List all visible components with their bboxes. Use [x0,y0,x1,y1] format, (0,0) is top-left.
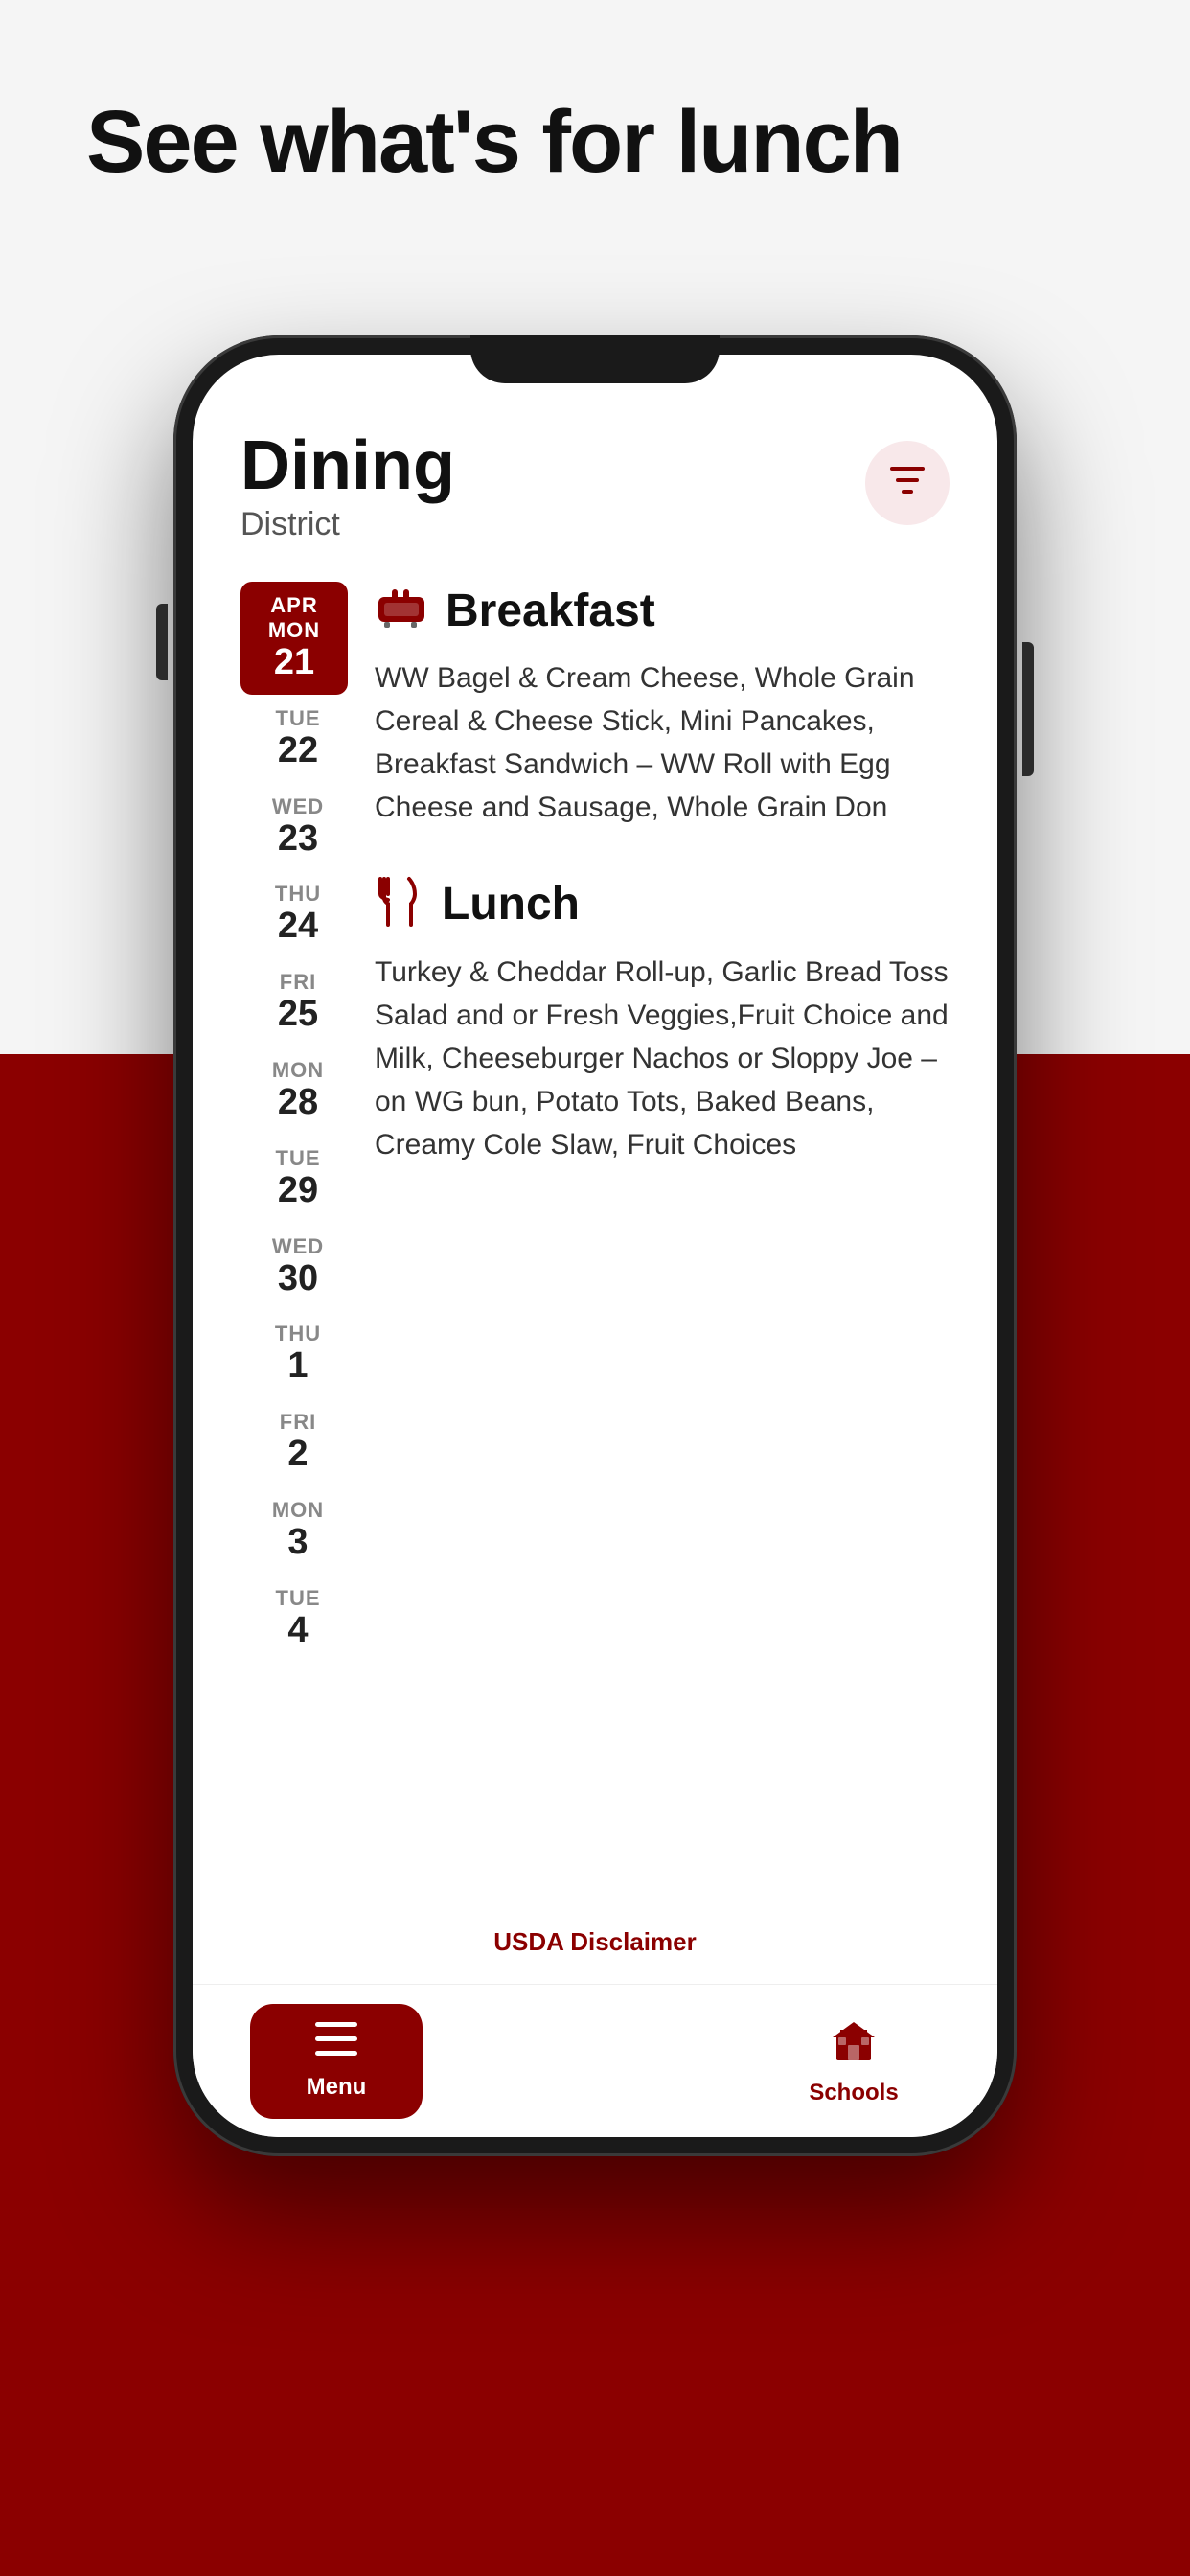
date-item-tue29[interactable]: TUE 29 [240,1135,355,1223]
meals-content: Breakfast WW Bagel & Cream Cheese, Whole… [355,582,950,1923]
menu-tab-icon [315,2022,357,2066]
page-headline: See what's for lunch [86,96,902,189]
date-label-tue4: TUE [276,1586,321,1611]
date-number-24: 24 [278,907,318,947]
breakfast-icon [375,582,428,639]
breakfast-title: Breakfast [446,585,655,637]
app-title: Dining [240,431,455,500]
date-label-mon3: MON [272,1498,324,1523]
app-subtitle: District [240,506,455,543]
date-item-wed30[interactable]: WED 30 [240,1223,355,1311]
date-item-fri25[interactable]: FRI 25 [240,958,355,1046]
date-label-mon21: MON [268,618,320,643]
date-number-21: 21 [274,643,314,683]
filter-icon [890,466,925,501]
date-number-30: 30 [278,1259,318,1300]
date-number-22: 22 [278,731,318,771]
phone-screen: Dining District [193,355,997,2137]
breakfast-section: Breakfast WW Bagel & Cream Cheese, Whole… [375,582,950,829]
date-label-fri25: FRI [280,970,316,995]
bottom-bar: USDA Disclaimer Menu [193,1984,997,2137]
app-title-group: Dining District [240,431,455,543]
date-item-thu1[interactable]: THU 1 [240,1310,355,1398]
date-label-tue22: TUE [276,706,321,731]
date-number-3: 3 [287,1523,308,1563]
usda-disclaimer[interactable]: USDA Disclaimer [493,1927,696,1957]
schools-tab-label: Schools [809,2080,898,2106]
main-layout: Apr MON 21 TUE 22 WED 23 [240,582,950,1923]
date-item-mon28[interactable]: MON 28 [240,1046,355,1135]
phone-notch [470,335,720,383]
tab-menu[interactable]: Menu [250,2004,423,2119]
lunch-section: Lunch Turkey & Cheddar Roll-up, Garlic B… [375,875,950,1166]
date-label-mon28: MON [272,1058,324,1083]
date-number-23: 23 [278,819,318,860]
breakfast-description: WW Bagel & Cream Cheese, Whole Grain Cer… [375,656,950,829]
breakfast-title-row: Breakfast [375,582,950,639]
date-label-tue29: TUE [276,1146,321,1171]
date-item-mon3[interactable]: MON 3 [240,1486,355,1575]
lunch-description: Turkey & Cheddar Roll-up, Garlic Bread T… [375,951,950,1166]
date-label-thu1: THU [275,1322,321,1346]
date-number-4: 4 [287,1611,308,1651]
menu-tab-label: Menu [307,2074,367,2101]
date-number-29: 29 [278,1171,318,1211]
filter-button[interactable] [865,441,950,525]
date-item-tue22[interactable]: TUE 22 [240,695,355,783]
screen-content: Dining District [193,355,997,1984]
date-item-fri2[interactable]: FRI 2 [240,1398,355,1486]
schools-tab-icon [831,2016,877,2072]
lunch-title: Lunch [442,878,580,931]
phone-container: Dining District [173,335,1017,2156]
date-label-wed23: WED [272,794,324,819]
app-header: Dining District [240,431,950,543]
phone-frame: Dining District [173,335,1017,2156]
date-label-wed30: WED [272,1234,324,1259]
tab-schools[interactable]: Schools [767,2004,940,2119]
date-label-thu24: THU [275,882,321,907]
date-number-2: 2 [287,1435,308,1475]
date-number-25: 25 [278,995,318,1035]
date-column: Apr MON 21 TUE 22 WED 23 [240,582,355,1923]
date-number-28: 28 [278,1083,318,1123]
date-item-thu24[interactable]: THU 24 [240,870,355,958]
date-label-fri2: FRI [280,1410,316,1435]
lunch-icon [375,875,424,933]
page-wrapper: See what's for lunch Dining District [0,0,1190,2576]
lunch-title-row: Lunch [375,875,950,933]
date-item-wed23[interactable]: WED 23 [240,783,355,871]
date-item-tue4[interactable]: TUE 4 [240,1575,355,1663]
date-number-1: 1 [287,1346,308,1387]
date-item-apr21[interactable]: Apr MON 21 [240,582,348,695]
date-month-apr: Apr [270,593,317,618]
